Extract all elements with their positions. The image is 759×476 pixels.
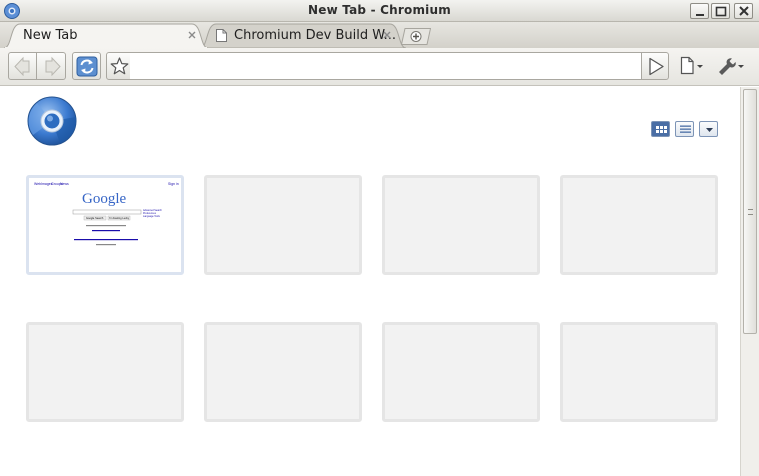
view-options-dropdown[interactable] [699, 121, 718, 137]
close-icon [739, 6, 749, 16]
go-icon [649, 57, 664, 76]
tab-strip: Chromium Dev Build W... New Tab [0, 22, 759, 48]
page-menu-button[interactable] [676, 56, 708, 76]
minimize-button[interactable] [690, 3, 709, 19]
most-visited-thumbnail[interactable]: Web Images Groups News Sign in Google Go… [26, 175, 184, 275]
maximize-button[interactable] [711, 3, 730, 19]
page-icon [216, 29, 227, 42]
title-bar[interactable]: New Tab - Chromium [0, 0, 759, 22]
empty-thumbnail [204, 322, 362, 422]
scrollbar-grip [748, 209, 753, 215]
empty-thumbnail [382, 322, 540, 422]
omnibox-input[interactable] [130, 52, 642, 80]
forward-button[interactable] [36, 52, 66, 80]
svg-text:News: News [60, 182, 69, 186]
bookmark-star-button[interactable] [106, 52, 131, 80]
empty-thumbnail [560, 175, 718, 275]
back-button[interactable] [8, 52, 37, 80]
reload-icon [76, 56, 98, 77]
svg-text:Google Search: Google Search [86, 216, 104, 220]
list-icon [680, 125, 691, 133]
new-tab-page: Web Images Groups News Sign in Google Go… [0, 87, 740, 476]
empty-thumbnail [26, 322, 184, 422]
tab-label: New Tab [23, 28, 78, 43]
reload-button[interactable] [72, 52, 101, 80]
empty-thumbnail [204, 175, 362, 275]
vertical-scrollbar[interactable] [740, 87, 759, 476]
tab-close-icon[interactable] [186, 29, 198, 41]
google-brand: Google [82, 191, 127, 207]
minimize-icon [696, 14, 704, 16]
tab-label: Chromium Dev Build W... [234, 28, 396, 43]
tab-close-icon[interactable] [381, 29, 393, 41]
svg-text:I'm Feeling Lucky: I'm Feeling Lucky [109, 216, 130, 220]
maximize-icon [715, 6, 727, 17]
go-button[interactable] [641, 52, 669, 80]
tab-chromium-dev-build[interactable]: Chromium Dev Build W... [200, 23, 406, 48]
google-page-preview: Web Images Groups News Sign in Google Go… [30, 179, 180, 271]
thumbnail-view-button[interactable] [651, 121, 670, 137]
scrollbar-thumb[interactable] [743, 89, 757, 334]
star-icon [110, 57, 129, 75]
grid-icon [656, 126, 667, 133]
chromium-logo [27, 96, 77, 146]
window-title: New Tab - Chromium [308, 3, 451, 17]
google-preview-graphic: Web Images Groups News Sign in Google Go… [34, 182, 179, 246]
empty-thumbnail [382, 175, 540, 275]
tab-new-tab[interactable]: New Tab [4, 23, 208, 48]
chevron-down-icon [706, 128, 713, 132]
forward-icon [45, 56, 61, 77]
empty-thumbnail [560, 322, 718, 422]
new-tab-button[interactable] [401, 28, 431, 45]
wrench-menu-button[interactable] [716, 56, 748, 76]
close-window-button[interactable] [734, 3, 753, 19]
svg-text:Sign in: Sign in [168, 182, 179, 186]
toolbar [0, 48, 759, 86]
list-view-button[interactable] [675, 121, 694, 137]
svg-text:Language Tools: Language Tools [143, 215, 161, 218]
back-icon [14, 56, 30, 77]
